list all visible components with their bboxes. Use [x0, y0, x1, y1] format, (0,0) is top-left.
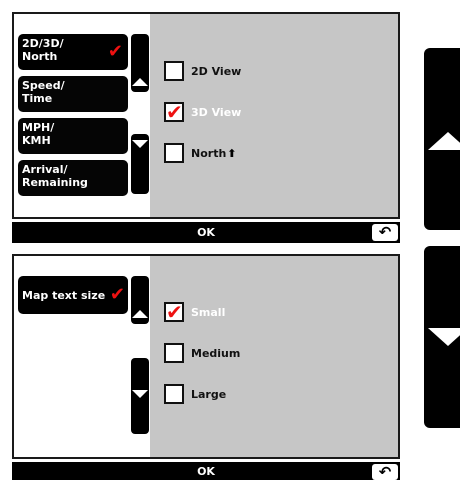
scroll-down-button[interactable]: [131, 134, 149, 194]
checkbox[interactable]: [164, 61, 184, 81]
check-icon: ✔: [166, 100, 183, 124]
checkbox[interactable]: ✔: [164, 100, 184, 124]
option-2d-view[interactable]: 2D View: [164, 59, 241, 83]
settings-panel-view: 2D/3D/ North ✔ Speed/ Time MPH/ KMH Arri…: [12, 12, 400, 219]
checkbox[interactable]: [164, 343, 184, 363]
menu-item-label: Map text size: [22, 288, 106, 302]
check-icon: ✔: [107, 41, 123, 62]
settings-panel-text-size: Map text size ✔ ✔ Small Medium Large: [12, 254, 400, 459]
arrow-down-icon: [132, 140, 148, 148]
back-icon[interactable]: ↶: [372, 224, 398, 241]
menu-item-speed-time[interactable]: Speed/ Time: [18, 76, 128, 112]
checkbox[interactable]: [164, 143, 184, 163]
check-icon: ✔: [109, 284, 125, 305]
option-north[interactable]: North ⬆: [164, 141, 237, 165]
check-icon: ✔: [166, 300, 183, 324]
menu-item-map-text-size[interactable]: Map text size ✔: [18, 276, 128, 314]
option-label: Medium: [191, 346, 241, 360]
menu-item-label: Speed/ Time: [22, 79, 65, 105]
ok-button[interactable]: OK ↶: [12, 222, 400, 243]
menu-item-label: MPH/ KMH: [22, 121, 55, 147]
option-medium[interactable]: Medium: [164, 341, 240, 365]
arrow-up-icon: [132, 78, 148, 86]
menu-item-arrival-remaining[interactable]: Arrival/ Remaining: [18, 160, 128, 196]
ok-button[interactable]: OK ↶: [12, 462, 400, 481]
menu-item-mph-kmh[interactable]: MPH/ KMH: [18, 118, 128, 154]
option-label: 3D View: [191, 105, 242, 119]
arrow-up-icon: [132, 310, 148, 318]
option-large[interactable]: Large: [164, 382, 226, 406]
back-icon[interactable]: ↶: [372, 464, 398, 481]
side-scroll-down-button[interactable]: [424, 246, 460, 428]
checkbox[interactable]: ✔: [164, 300, 184, 324]
north-arrow-icon: ⬆: [227, 146, 237, 160]
checkbox[interactable]: [164, 384, 184, 404]
arrow-down-icon: [132, 390, 148, 398]
menu-item-label: Arrival/ Remaining: [22, 163, 88, 189]
menu-item-2d3d-north[interactable]: 2D/3D/ North ✔: [18, 34, 128, 70]
scroll-up-button[interactable]: [131, 34, 149, 92]
option-label: North: [191, 146, 227, 160]
option-3d-view[interactable]: ✔ 3D View: [164, 100, 241, 124]
scroll-down-button[interactable]: [131, 358, 149, 434]
option-label: 2D View: [191, 64, 242, 78]
scroll-up-button[interactable]: [131, 276, 149, 324]
arrow-down-icon: [428, 328, 460, 346]
option-label: Large: [191, 387, 227, 401]
arrow-up-icon: [428, 132, 460, 150]
option-label: Small: [191, 305, 226, 319]
side-scroll-up-button[interactable]: [424, 48, 460, 230]
option-small[interactable]: ✔ Small: [164, 300, 225, 324]
ok-label: OK: [197, 226, 215, 239]
ok-label: OK: [197, 465, 215, 478]
